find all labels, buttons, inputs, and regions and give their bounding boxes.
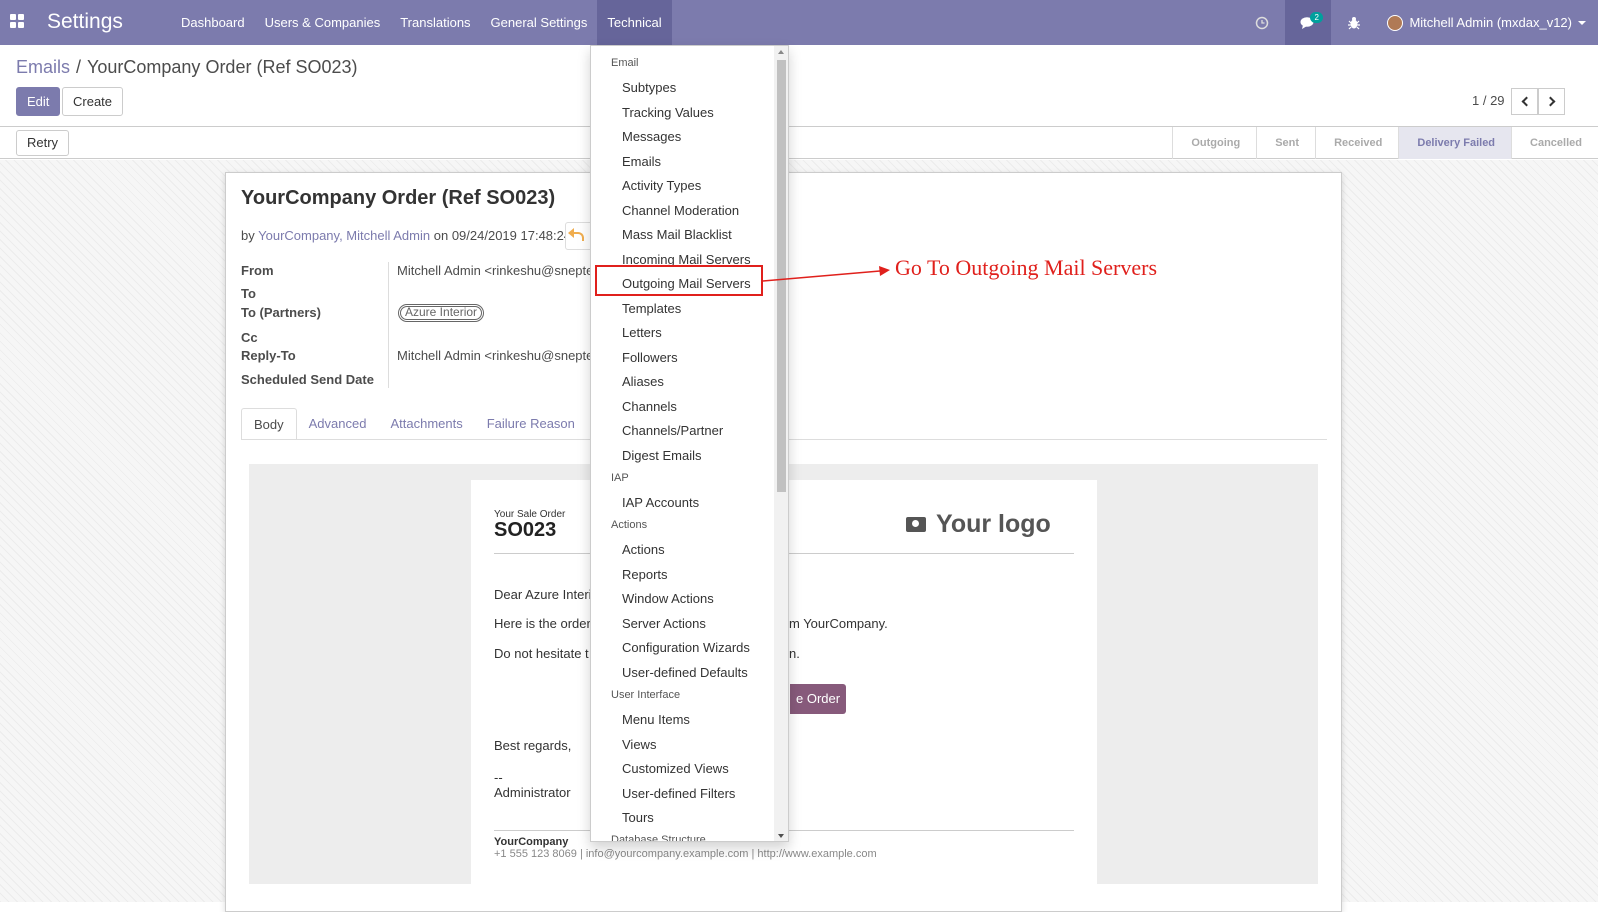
annotation-arrow [762, 266, 890, 282]
annotation-text: Go To Outgoing Mail Servers [895, 255, 1158, 280]
